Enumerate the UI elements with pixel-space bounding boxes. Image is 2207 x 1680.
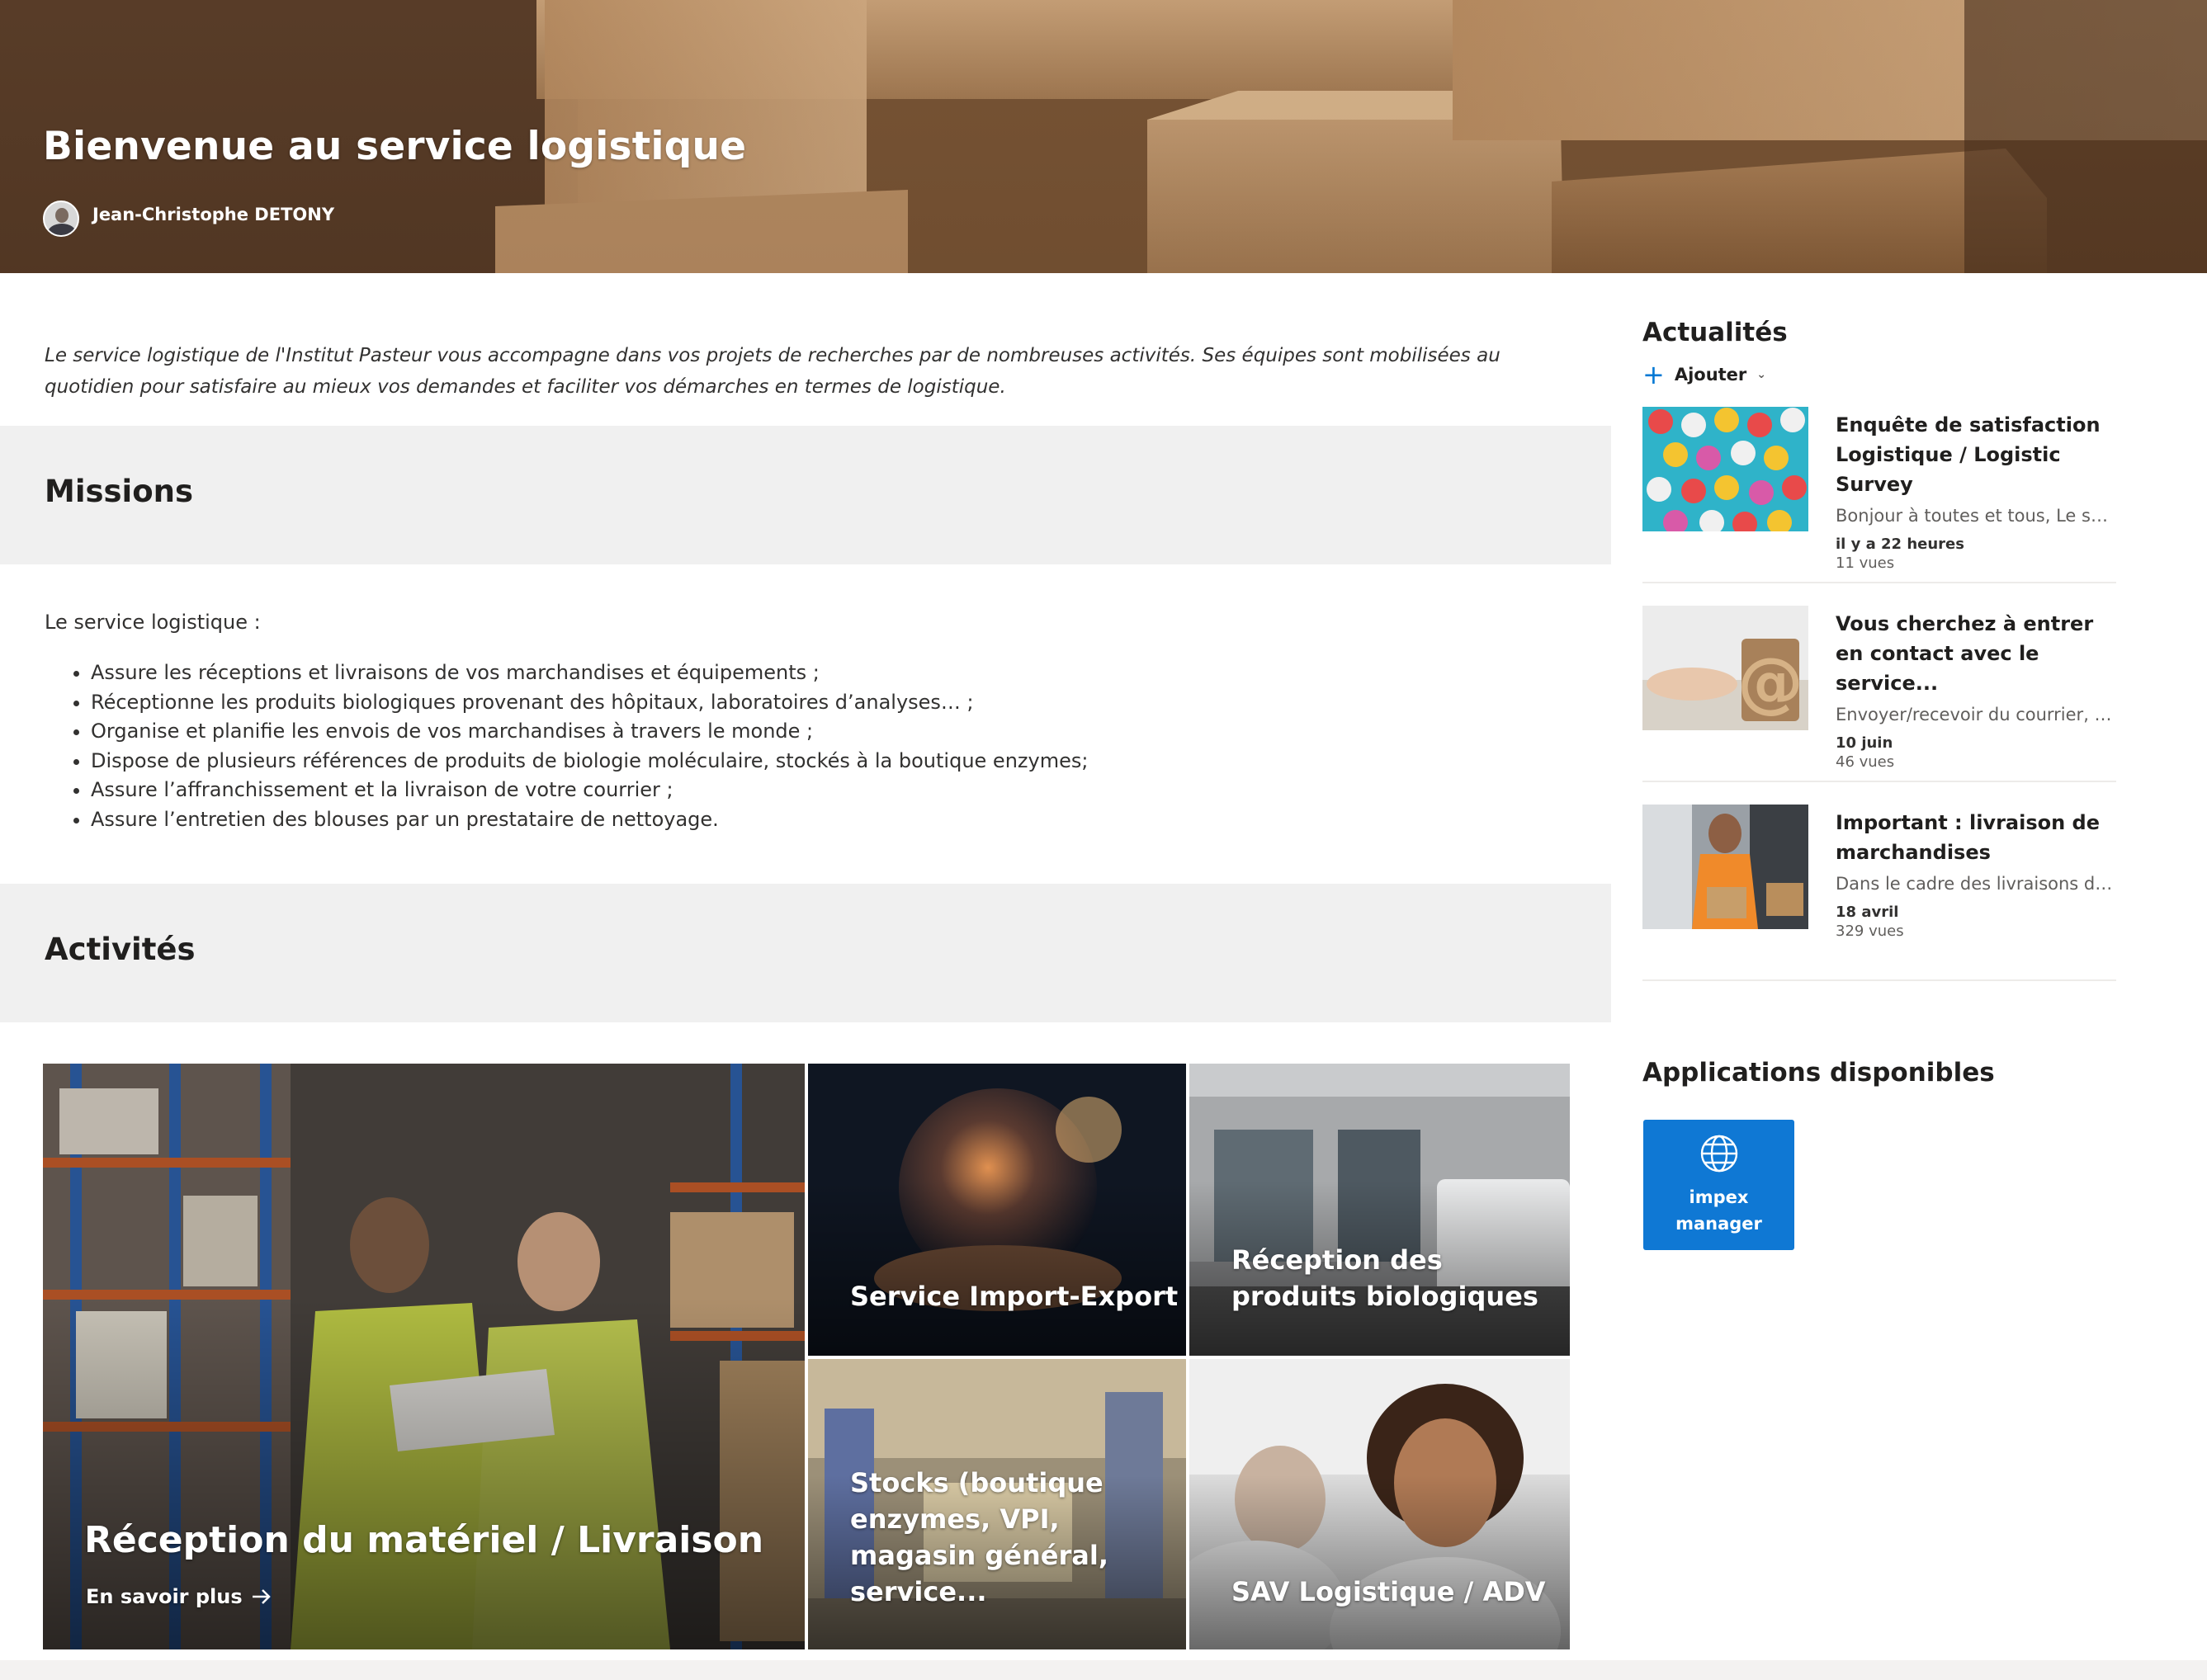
news-views: 11 vues [1836,554,1895,572]
news-thumbnail[interactable] [1642,805,1808,929]
delivery-man-image [1642,805,1808,929]
intro-text: Le service logistique de l'Institut Past… [45,345,1500,398]
list-item: Organise et planifie les envois de vos m… [91,717,1530,747]
news-thumbnail[interactable]: @ [1642,606,1808,730]
hero-banner: Bienvenue au service logistique Jean-Chr… [0,0,2207,273]
svg-text:@: @ [1737,644,1803,720]
page-footer-strip [0,1660,2207,1680]
list-item: Réceptionne les produits biologiques pro… [91,688,1530,718]
app-impex-manager[interactable]: impex manager [1643,1120,1794,1250]
missions-section-header: Missions [0,426,1611,564]
news-item[interactable]: Enquête de satisfaction Logistique / Log… [1642,407,2116,583]
news-date: 10 juin [1836,734,1893,752]
globe-icon [1700,1135,1737,1173]
news-thumbnail[interactable] [1642,407,1808,531]
learn-more-link[interactable]: En savoir plus [86,1585,272,1608]
tile-title[interactable]: Réception des produits biologiques [1231,1242,1570,1314]
tile-title[interactable]: Service Import-Export [850,1278,1178,1314]
tile-reception-biologiques[interactable]: Réception des produits biologiques [1189,1064,1570,1356]
news-date: 18 avril [1836,904,1899,921]
at-sign-keyboard-image: @ [1642,606,1808,730]
news-item[interactable]: @ Vous cherchez à entrer en contact avec… [1642,606,2116,782]
news-views: 329 vues [1836,923,1904,940]
tile-sav-logistique[interactable]: SAV Logistique / ADV [1189,1359,1570,1649]
missions-list: Assure les réceptions et livraisons de v… [45,658,1530,834]
missions-heading: Missions [45,474,194,509]
missions-content: Le service logistique : Assure les récep… [45,611,1530,834]
tile-stocks[interactable]: Stocks (boutique enzymes, VPI, magasin g… [808,1359,1186,1649]
news-item[interactable]: Important : livraison de marchandises Da… [1642,805,2116,981]
news-title[interactable]: Important : livraison de marchandises [1836,808,2116,867]
tile-title[interactable]: SAV Logistique / ADV [1231,1574,1546,1610]
add-news-button[interactable]: + Ajouter ⌄ [1642,359,1766,390]
news-heading: Actualités [1642,318,1788,347]
avatar[interactable] [43,201,79,237]
app-label[interactable]: impex manager [1661,1184,1777,1237]
list-item: Assure les réceptions et livraisons de v… [91,658,1530,688]
news-description: Envoyer/recevoir du courrier, vou... [1836,705,2116,724]
news-description: Dans le cadre des livraisons de... [1836,874,2116,894]
tile-title[interactable]: Réception du matériel / Livraison [84,1522,763,1559]
question-bubbles-image [1642,407,1808,531]
news-title[interactable]: Enquête de satisfaction Logistique / Log… [1836,410,2116,499]
add-label[interactable]: Ajouter [1675,365,1746,385]
arrow-right-icon [252,1589,271,1604]
list-item: Assure l’affranchissement et la livraiso… [91,776,1530,805]
tile-import-export[interactable]: Service Import-Export [808,1064,1186,1356]
news-title[interactable]: Vous cherchez à entrer en contact avec l… [1836,609,2116,698]
list-item: Dispose de plusieurs références de produ… [91,747,1530,776]
missions-lead: Le service logistique : [45,611,261,634]
author-byline[interactable]: Jean-Christophe DETONY [43,201,334,237]
tile-title[interactable]: Stocks (boutique enzymes, VPI, magasin g… [850,1465,1164,1610]
learn-more-label[interactable]: En savoir plus [86,1585,243,1608]
apps-heading: Applications disponibles [1642,1058,1995,1088]
tile-reception-livraison[interactable]: Réception du matériel / Livraison En sav… [43,1064,805,1649]
news-views: 46 vues [1836,753,1895,771]
news-description: Bonjour à toutes et tous, Le servi... [1836,506,2116,526]
chevron-down-icon[interactable]: ⌄ [1756,368,1766,381]
author-name[interactable]: Jean-Christophe DETONY [92,205,334,224]
plus-icon: + [1642,359,1665,390]
list-item: Assure l’entretien des blouses par un pr… [91,805,1530,835]
activities-section-header: Activités [0,884,1611,1022]
page-title: Bienvenue au service logistique [43,124,747,169]
activities-heading: Activités [45,932,196,967]
news-date: il y a 22 heures [1836,536,1964,553]
